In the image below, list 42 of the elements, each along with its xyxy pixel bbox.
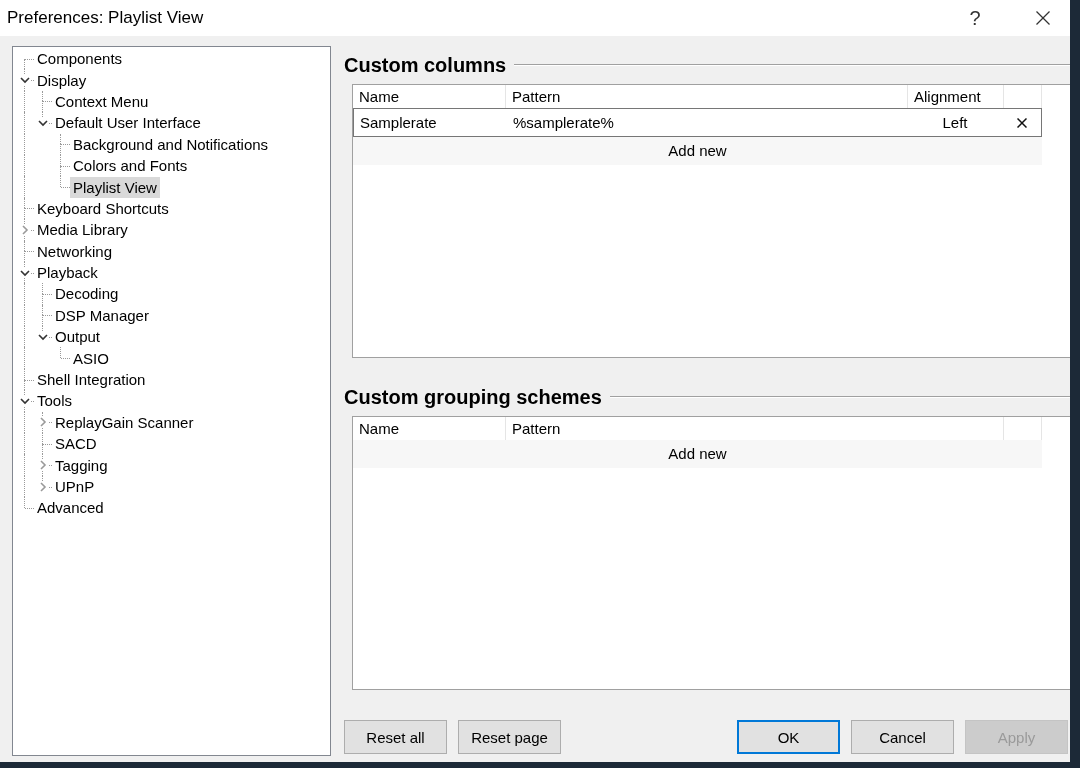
column-header[interactable]: Pattern <box>506 85 908 108</box>
tree-item[interactable]: Components <box>34 48 126 70</box>
tree-item[interactable]: Networking <box>34 240 116 262</box>
tree-item[interactable]: Playlist View <box>70 176 160 198</box>
table-row[interactable]: Samplerate %samplerate% Left <box>353 108 1042 137</box>
column-header[interactable]: Name <box>353 85 506 108</box>
tree-item[interactable]: Output <box>52 326 104 348</box>
tree-item[interactable]: Advanced <box>34 497 107 519</box>
dialog-button[interactable]: Reset page <box>458 720 561 754</box>
help-button[interactable]: ? <box>952 0 998 36</box>
tree-item[interactable]: Decoding <box>52 283 122 305</box>
tree-item[interactable]: Keyboard Shortcuts <box>34 197 172 219</box>
cross-icon[interactable] <box>1017 117 1027 128</box>
tree-item[interactable]: Context Menu <box>52 90 152 112</box>
dialog-button[interactable]: OK <box>737 720 840 754</box>
column-header[interactable]: Alignment <box>908 85 1004 108</box>
tree-item[interactable]: SACD <box>52 433 100 455</box>
tree-item[interactable]: Playback <box>34 262 101 284</box>
chevron-down-icon[interactable] <box>20 75 30 86</box>
tree-item[interactable]: Tools <box>34 390 76 412</box>
tree-item[interactable]: Display <box>34 69 90 91</box>
table-cell-text: Samplerate <box>359 113 438 133</box>
tree-item[interactable]: Tagging <box>52 454 111 476</box>
section-title: Custom grouping schemes <box>344 385 602 409</box>
add-new-button[interactable]: Add new <box>353 440 1042 468</box>
close-icon <box>1036 11 1050 25</box>
window-title: Preferences: Playlist View <box>6 8 205 28</box>
table-cell-text: Left <box>941 113 969 133</box>
tree-item[interactable]: Background and Notifications <box>70 133 272 155</box>
tree-item[interactable]: Media Library <box>34 219 131 241</box>
tree-item[interactable]: UPnP <box>52 476 98 497</box>
tree-item[interactable]: ASIO <box>70 347 112 369</box>
add-new-button[interactable]: Add new <box>353 137 1042 165</box>
tree-item[interactable]: Shell Integration <box>34 369 149 391</box>
tree-item[interactable]: ReplayGain Scanner <box>52 411 197 433</box>
section-title: Custom columns <box>344 53 507 77</box>
tree-item[interactable]: DSP Manager <box>52 304 152 326</box>
dialog-button[interactable]: Cancel <box>851 720 954 754</box>
dialog-button[interactable]: Reset all <box>344 720 447 754</box>
tree-item[interactable]: Colors and Fonts <box>70 155 191 177</box>
tree-item[interactable]: Default User Interface <box>52 112 204 134</box>
table-cell-text: %samplerate% <box>512 113 615 133</box>
